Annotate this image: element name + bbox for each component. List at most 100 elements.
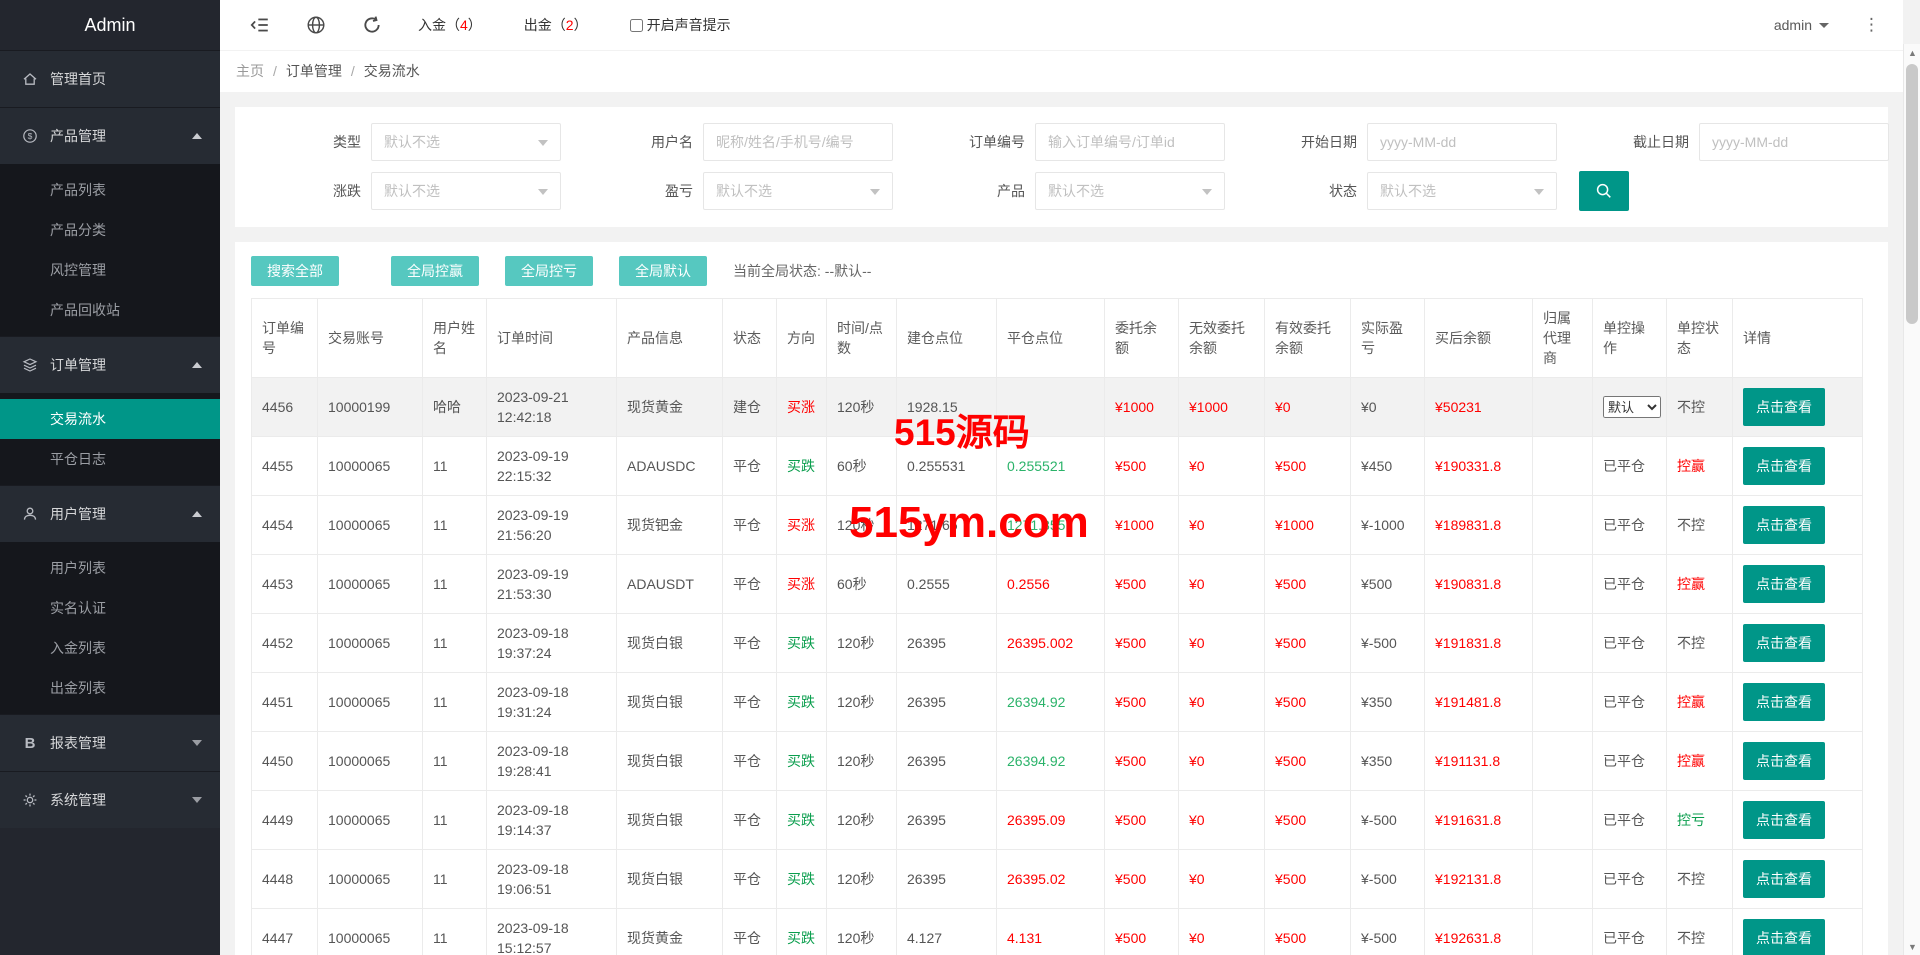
sidebar-subitem[interactable]: 产品回收站 — [0, 290, 220, 330]
filter-select-类型[interactable]: 默认不选 — [371, 123, 561, 161]
action-button-3[interactable]: 全局默认 — [619, 256, 707, 286]
cell-entrust: ¥500 — [1105, 673, 1179, 732]
column-header: 产品信息 — [617, 299, 723, 378]
filter-input-用户名[interactable] — [716, 134, 880, 150]
breadcrumb-item[interactable]: 主页 — [236, 63, 264, 79]
order-row: 445510000065112023-09-19 22:15:32ADAUSDC… — [252, 437, 1863, 496]
cell-username: 11 — [423, 909, 487, 955]
filter-select-盈亏[interactable]: 默认不选 — [703, 172, 893, 210]
cell-open-point: 26395 — [897, 791, 997, 850]
cell-order-id: 4450 — [252, 732, 318, 791]
filter-select-涨跌[interactable]: 默认不选 — [371, 172, 561, 210]
scrollbar-thumb[interactable] — [1906, 64, 1918, 324]
scroll-down-icon[interactable]: ▼ — [1904, 938, 1920, 955]
cell-period: 120秒 — [827, 614, 897, 673]
cell-profit: ¥350 — [1351, 673, 1425, 732]
cell-valid-entrust: ¥1000 — [1265, 496, 1351, 555]
cell-agent — [1533, 614, 1593, 673]
cell-product: 现货黄金 — [617, 909, 723, 955]
sidebar-item-label: 产品管理 — [50, 126, 106, 146]
collapse-sidebar-icon[interactable] — [250, 15, 270, 35]
globe-icon[interactable] — [306, 15, 326, 35]
view-detail-button[interactable]: 点击查看 — [1743, 447, 1825, 485]
action-button-2[interactable]: 全局控亏 — [505, 256, 593, 286]
cell-order-time: 2023-09-19 22:15:32 — [487, 437, 617, 496]
filter-input-订单编号[interactable] — [1048, 134, 1212, 150]
select-value: 默认不选 — [1048, 181, 1104, 201]
sidebar-subitem[interactable]: 入金列表 — [0, 628, 220, 668]
view-detail-button[interactable]: 点击查看 — [1743, 388, 1825, 426]
action-button-0[interactable]: 搜索全部 — [251, 256, 339, 286]
cell-period: 120秒 — [827, 673, 897, 732]
cell-control-op: 已平仓 — [1593, 673, 1667, 732]
view-detail-button[interactable]: 点击查看 — [1743, 565, 1825, 603]
cell-invalid-entrust: ¥0 — [1179, 791, 1265, 850]
filter-select-产品[interactable]: 默认不选 — [1035, 172, 1225, 210]
sidebar-item-3[interactable]: 用户管理 — [0, 486, 220, 542]
sidebar-item-2[interactable]: 订单管理 — [0, 337, 220, 393]
sidebar-subitem[interactable]: 出金列表 — [0, 668, 220, 708]
cell-username: 11 — [423, 732, 487, 791]
withdraw-badge[interactable]: 出金（2） — [524, 15, 588, 35]
cell-detail: 点击查看 — [1733, 555, 1863, 614]
cell-status: 平仓 — [723, 909, 777, 955]
cell-profit: ¥-500 — [1351, 791, 1425, 850]
filter-input-开始日期[interactable] — [1380, 134, 1544, 150]
sidebar-item-0[interactable]: 管理首页 — [0, 51, 220, 107]
cell-open-point: 26395 — [897, 732, 997, 791]
chevron-up-icon — [192, 133, 202, 139]
deposit-badge[interactable]: 入金（4） — [418, 15, 482, 35]
cell-username: 11 — [423, 437, 487, 496]
cell-control-state: 不控 — [1667, 614, 1733, 673]
cell-invalid-entrust: ¥0 — [1179, 496, 1265, 555]
sidebar-subitem[interactable]: 实名认证 — [0, 588, 220, 628]
sidebar-item-1[interactable]: $产品管理 — [0, 108, 220, 164]
cell-valid-entrust: ¥500 — [1265, 791, 1351, 850]
view-detail-button[interactable]: 点击查看 — [1743, 683, 1825, 721]
cell-control-op: 已平仓 — [1593, 437, 1667, 496]
select-value: 默认不选 — [384, 181, 440, 201]
view-detail-button[interactable]: 点击查看 — [1743, 624, 1825, 662]
control-select[interactable]: 默认 — [1603, 396, 1661, 418]
action-button-1[interactable]: 全局控赢 — [391, 256, 479, 286]
cell-control-op: 已平仓 — [1593, 555, 1667, 614]
app-logo: Admin — [0, 0, 220, 50]
cell-order-time: 2023-09-19 21:56:20 — [487, 496, 617, 555]
sound-checkbox[interactable] — [630, 19, 643, 32]
sidebar-menu: 管理首页$产品管理产品列表产品分类风控管理产品回收站订单管理交易流水平仓日志用户… — [0, 50, 220, 828]
sidebar-subitem[interactable]: 风控管理 — [0, 250, 220, 290]
page-scrollbar[interactable]: ▲ ▼ — [1903, 44, 1920, 955]
sidebar-subitem[interactable]: 平仓日志 — [0, 439, 220, 479]
view-detail-button[interactable]: 点击查看 — [1743, 506, 1825, 544]
select-value: 默认不选 — [1380, 181, 1436, 201]
sidebar-subitem[interactable]: 交易流水 — [0, 399, 220, 439]
cell-close-point: 26395.02 — [997, 850, 1105, 909]
sound-toggle[interactable]: 开启声音提示 — [630, 15, 731, 35]
cell-detail: 点击查看 — [1733, 614, 1863, 673]
filter-input-截止日期[interactable] — [1712, 134, 1876, 150]
view-detail-button[interactable]: 点击查看 — [1743, 742, 1825, 780]
sidebar-subitem[interactable]: 用户列表 — [0, 548, 220, 588]
cell-agent — [1533, 909, 1593, 955]
breadcrumb-item[interactable]: 订单管理 — [286, 63, 342, 79]
user-menu[interactable]: admin — [1774, 17, 1829, 33]
cell-product: ADAUSDT — [617, 555, 723, 614]
view-detail-button[interactable]: 点击查看 — [1743, 860, 1825, 898]
more-menu-icon[interactable]: ⋮ — [1863, 15, 1881, 35]
order-row: 445610000199哈哈2023-09-21 12:42:18现货黄金建仓买… — [252, 378, 1863, 437]
breadcrumb: 主页/订单管理/交易流水 — [220, 50, 1903, 92]
view-detail-button[interactable]: 点击查看 — [1743, 801, 1825, 839]
cell-product: 现货白银 — [617, 732, 723, 791]
refresh-icon[interactable] — [362, 15, 382, 35]
search-button[interactable] — [1579, 171, 1629, 211]
filter-select-状态[interactable]: 默认不选 — [1367, 172, 1557, 210]
cell-balance: ¥50231 — [1425, 378, 1533, 437]
sidebar-item-5[interactable]: 系统管理 — [0, 772, 220, 828]
sidebar-subitem[interactable]: 产品分类 — [0, 210, 220, 250]
scroll-up-icon[interactable]: ▲ — [1904, 44, 1920, 61]
sidebar-subitem[interactable]: 产品列表 — [0, 170, 220, 210]
cell-order-time: 2023-09-18 19:14:37 — [487, 791, 617, 850]
cell-invalid-entrust: ¥0 — [1179, 555, 1265, 614]
view-detail-button[interactable]: 点击查看 — [1743, 919, 1825, 955]
sidebar-item-4[interactable]: B报表管理 — [0, 715, 220, 771]
